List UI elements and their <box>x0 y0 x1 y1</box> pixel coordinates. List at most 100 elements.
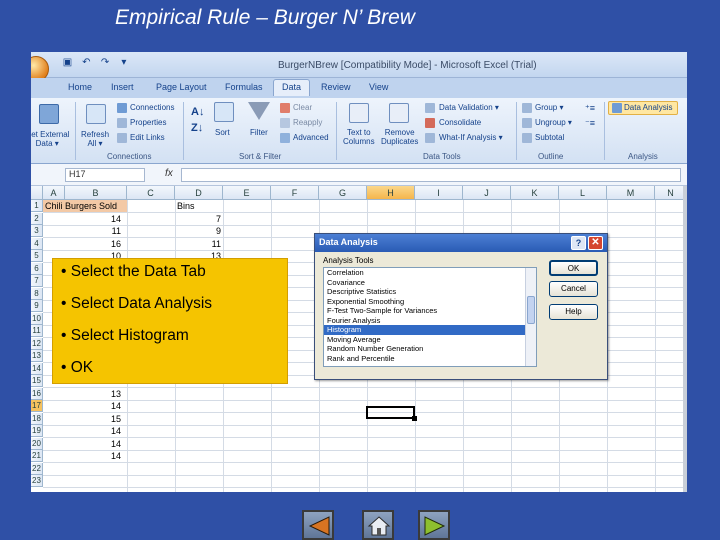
cell-b-value[interactable]: 11 <box>65 225 121 237</box>
cell-b-value[interactable]: 14 <box>65 425 121 437</box>
row-header[interactable]: 22 <box>31 462 43 475</box>
list-scrollbar[interactable] <box>525 268 536 366</box>
reapply-button[interactable]: Reapply <box>293 118 322 127</box>
row-header[interactable]: 5 <box>31 250 43 262</box>
tool-item[interactable]: Covariance <box>324 278 536 288</box>
hide-detail-icon[interactable]: ⁻≡ <box>585 118 595 129</box>
what-if-analysis-button[interactable]: What-If Analysis ▾ <box>439 133 503 142</box>
row-header[interactable]: 2 <box>31 212 43 225</box>
row-header[interactable]: 18 <box>31 412 43 425</box>
fx-icon[interactable]: fx <box>165 168 173 179</box>
tab-page-layout[interactable]: Page Layout <box>156 82 207 92</box>
row-header[interactable]: 6 <box>31 262 43 275</box>
tool-item[interactable]: Correlation <box>324 268 536 278</box>
sort-za-icon[interactable]: Z↓ <box>191 122 203 134</box>
refresh-all-button[interactable]: Refresh All ▾ <box>81 130 109 148</box>
group-button[interactable]: Group ▾ <box>535 103 563 112</box>
column-header[interactable]: G <box>319 186 367 200</box>
name-box[interactable]: H17 <box>65 168 145 182</box>
column-header[interactable]: I <box>415 186 463 200</box>
row-header[interactable]: 10 <box>31 312 43 325</box>
cell-d1[interactable]: Bins <box>177 200 195 212</box>
column-header[interactable]: J <box>463 186 511 200</box>
show-detail-icon[interactable]: ⁺≡ <box>585 103 595 114</box>
tool-item[interactable]: Moving Average <box>324 335 536 345</box>
consolidate-button[interactable]: Consolidate <box>439 118 481 127</box>
cell-d-value[interactable]: 7 <box>175 213 221 225</box>
cell-d-value[interactable]: 9 <box>175 225 221 237</box>
tab-home[interactable]: Home <box>68 82 92 92</box>
tool-item-selected[interactable]: Histogram <box>324 325 536 335</box>
tool-item[interactable]: Descriptive Statistics <box>324 287 536 297</box>
cell-b-value[interactable]: 15 <box>65 413 121 425</box>
column-header[interactable]: B <box>65 186 127 200</box>
save-icon[interactable]: ▣ <box>61 57 74 68</box>
row-header[interactable]: 4 <box>31 237 43 250</box>
next-slide-button[interactable] <box>418 510 450 540</box>
properties-button[interactable]: Properties <box>130 118 166 127</box>
data-validation-button[interactable]: Data Validation ▾ <box>439 103 499 112</box>
sort-button[interactable]: Sort <box>215 128 230 137</box>
row-header[interactable]: 16 <box>31 387 43 400</box>
formula-input[interactable] <box>181 168 681 182</box>
advanced-button[interactable]: Advanced <box>293 133 329 142</box>
remove-duplicates-button[interactable]: Remove Duplicates <box>381 128 418 146</box>
cell-b-value[interactable]: 14 <box>65 450 121 462</box>
column-header[interactable]: M <box>607 186 655 200</box>
tab-insert[interactable]: Insert <box>111 82 134 92</box>
cell-b-value[interactable]: 13 <box>65 388 121 400</box>
customize-icon[interactable]: ▾ <box>117 57 130 68</box>
ok-button[interactable]: OK <box>549 260 598 276</box>
column-header-selected[interactable]: H <box>367 186 415 200</box>
dialog-close-icon[interactable]: ✕ <box>588 236 603 250</box>
row-header[interactable]: 7 <box>31 275 43 287</box>
tool-item[interactable]: Random Number Generation <box>324 344 536 354</box>
help-button[interactable]: Help <box>549 304 598 320</box>
cell-d-value[interactable]: 11 <box>175 238 221 250</box>
row-header[interactable]: 12 <box>31 337 43 350</box>
scrollbar-thumb[interactable] <box>527 296 535 324</box>
row-header[interactable]: 13 <box>31 350 43 362</box>
tool-item[interactable]: Fourier Analysis <box>324 316 536 326</box>
column-header[interactable]: C <box>127 186 175 200</box>
column-header[interactable]: D <box>175 186 223 200</box>
tool-item[interactable]: Exponential Smoothing <box>324 297 536 307</box>
cell-a1[interactable]: Chili Burgers Sold <box>45 200 117 212</box>
row-header[interactable]: 9 <box>31 300 43 312</box>
row-header[interactable]: 21 <box>31 450 43 462</box>
row-header[interactable]: 19 <box>31 425 43 437</box>
data-analysis-button[interactable]: Data Analysis <box>608 101 678 115</box>
sort-az-icon[interactable]: A↓ <box>191 106 204 118</box>
cell-b-value[interactable]: 14 <box>65 213 121 225</box>
tab-formulas[interactable]: Formulas <box>225 82 263 92</box>
tab-review[interactable]: Review <box>321 82 351 92</box>
ungroup-button[interactable]: Ungroup ▾ <box>535 118 572 127</box>
row-header[interactable]: 23 <box>31 475 43 487</box>
active-cell-h17[interactable] <box>366 406 417 421</box>
column-header[interactable]: L <box>559 186 607 200</box>
get-external-data-button[interactable]: Get External Data ▾ <box>31 130 69 148</box>
column-header[interactable]: E <box>223 186 271 200</box>
tab-data[interactable]: Data <box>273 79 311 96</box>
row-header[interactable]: 14 <box>31 362 43 375</box>
dialog-help-icon[interactable]: ? <box>571 236 586 250</box>
row-header[interactable]: 15 <box>31 375 43 387</box>
column-header[interactable]: F <box>271 186 319 200</box>
select-all-corner[interactable] <box>31 186 43 200</box>
row-header[interactable]: 3 <box>31 225 43 237</box>
tool-item[interactable]: F-Test Two-Sample for Variances <box>324 306 536 316</box>
clear-button[interactable]: Clear <box>293 103 312 112</box>
cell-b-value[interactable]: 16 <box>65 238 121 250</box>
redo-icon[interactable]: ↷ <box>99 57 112 68</box>
row-header[interactable]: 8 <box>31 287 43 300</box>
previous-slide-button[interactable] <box>302 510 334 540</box>
row-header[interactable]: 17 <box>31 400 43 412</box>
connections-button[interactable]: Connections <box>130 103 174 112</box>
cell-b-value[interactable]: 14 <box>65 438 121 450</box>
cell-b-value[interactable]: 14 <box>65 400 121 412</box>
edit-links-button[interactable]: Edit Links <box>130 133 165 142</box>
analysis-tools-list[interactable]: Correlation Covariance Descriptive Statist… <box>323 267 537 367</box>
filter-button[interactable]: Filter <box>250 128 268 137</box>
row-header[interactable]: 20 <box>31 437 43 450</box>
subtotal-button[interactable]: Subtotal <box>535 133 564 142</box>
